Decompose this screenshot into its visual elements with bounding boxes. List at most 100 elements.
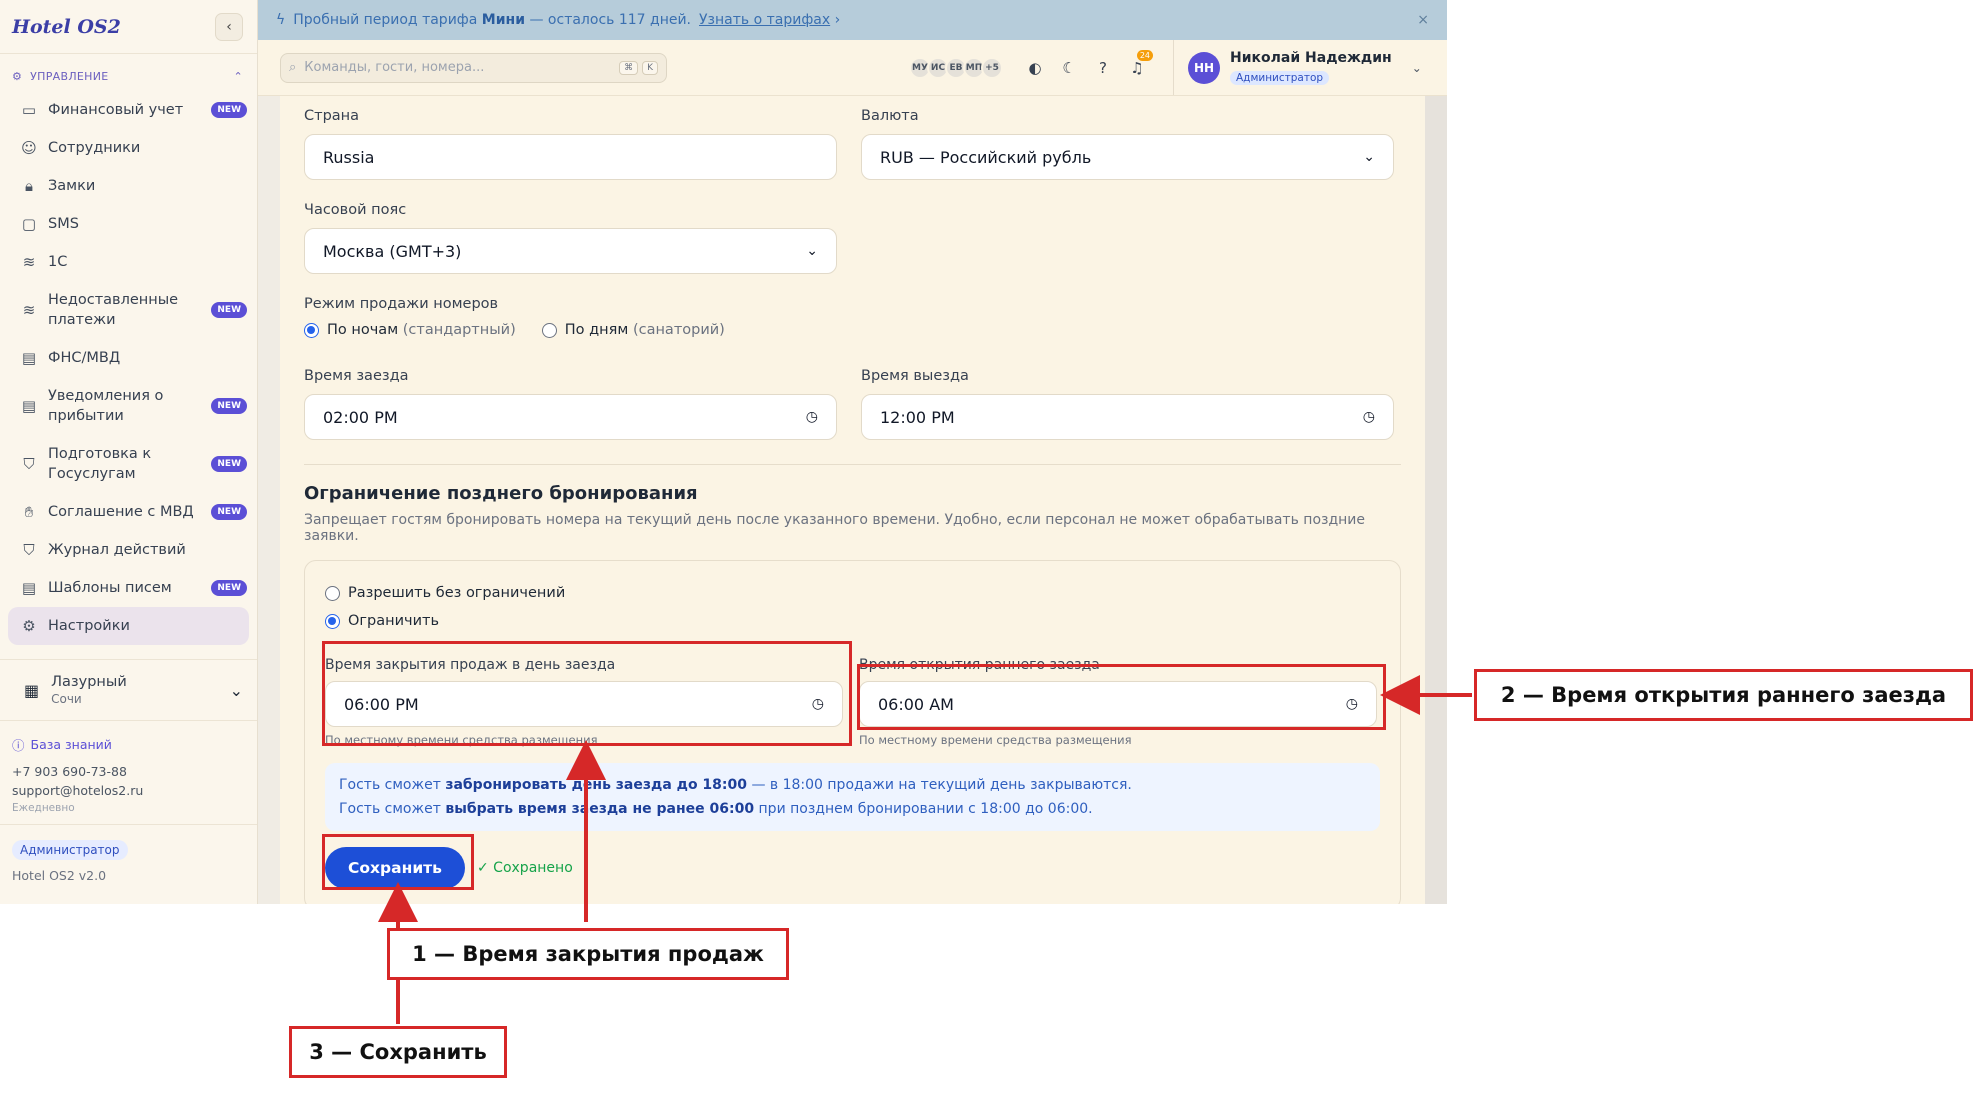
checkin-time-input[interactable]: 02:00 PM ◷ — [304, 394, 837, 440]
timezone-label: Часовой пояс — [304, 202, 407, 218]
brand-bar: Hotel OS2 ‹ — [0, 0, 257, 54]
users-icon: ☺ — [21, 139, 37, 157]
divider — [304, 464, 1401, 465]
allow-unlimited-radio[interactable]: Разрешить без ограничений — [325, 579, 1380, 607]
database-icon: ≋ — [22, 253, 36, 271]
user-role: Администратор — [1230, 71, 1330, 85]
section-label: УПРАВЛЕНИЕ — [30, 70, 109, 83]
radio-icon — [325, 613, 340, 629]
support-block: ⓘ База знаний +7 903 690-73-88 support@ho… — [0, 721, 257, 825]
new-badge: NEW — [211, 302, 247, 318]
sidebar-item-staff[interactable]: ☺ Сотрудники — [0, 129, 257, 167]
presence-avatars: МУ ИС ЕВ МП +5 — [909, 56, 1003, 79]
hotel-switcher[interactable]: ▦ Лазурный Сочи ⌄ — [0, 659, 257, 721]
country-input[interactable]: Russia — [304, 134, 837, 180]
support-email[interactable]: support@hotelos2.ru — [12, 783, 245, 798]
annotation-label-2: 2 — Время открытия раннего заезда — [1474, 669, 1973, 721]
support-hours: Ежедневно — [12, 802, 75, 814]
sidebar-item-mvd-agreement[interactable]: ✋︎ Соглашение с МВД NEW — [0, 493, 257, 531]
chevron-down-icon: ⌄ — [1411, 60, 1422, 75]
sidebar-item-email-templates[interactable]: ▤ Шаблоны писем NEW — [0, 569, 257, 607]
gear-icon: ⚙ — [12, 70, 23, 83]
sidebar: Hotel OS2 ‹ ⚙ УПРАВЛЕНИЕ ⌃ ▭ Финансовый уч… — [0, 0, 258, 904]
trial-plan: Мини — [481, 12, 526, 28]
trial-text: Пробный период тарифа — [293, 12, 478, 28]
shield-icon: ⛉ — [23, 455, 35, 473]
wallet-icon: ▭ — [21, 101, 37, 119]
brand-logo: Hotel OS2 — [12, 15, 121, 38]
sidebar-item-arrival-notices[interactable]: ▤ Уведомления о прибытии NEW — [0, 377, 257, 435]
knowledge-base-link[interactable]: ⓘ База знаний — [12, 735, 245, 754]
collapse-sidebar-button[interactable]: ‹ — [215, 12, 243, 41]
radio-icon — [304, 322, 319, 338]
currency-label: Валюта — [861, 108, 919, 124]
sidebar-item-1c[interactable]: ≋ 1С — [0, 243, 257, 281]
restrict-radio[interactable]: Ограничить — [325, 607, 1380, 635]
search-icon: ⌕ — [289, 60, 297, 75]
sidebar-item-gosuslugi[interactable]: ⛉ Подготовка к Госуслугам NEW — [0, 435, 257, 493]
sidebar-item-audit-log[interactable]: ⛉ Журнал действий — [0, 531, 257, 569]
more-avatars[interactable]: +5 — [981, 56, 1003, 79]
sidebar-item-sms[interactable]: ▢ SMS — [0, 205, 257, 243]
chevron-down-icon: ⌄ — [1363, 149, 1375, 165]
chevron-right-icon: › — [830, 12, 841, 28]
building-icon: ▦ — [24, 680, 40, 700]
hotel-city: Сочи — [51, 692, 82, 706]
notification-count: 24 — [1136, 49, 1153, 61]
message-icon: ▢ — [21, 215, 37, 233]
sale-mode-days-radio[interactable]: По дням (санаторий) — [541, 322, 725, 338]
timezone-select[interactable]: Москва (GMT+3) ⌄ — [304, 228, 837, 274]
moon-icon[interactable]: ☾ — [1055, 54, 1083, 82]
new-badge: NEW — [211, 580, 247, 596]
sidebar-item-undelivered-payments[interactable]: ≋ Недоставленные платежи NEW — [0, 281, 257, 339]
help-icon: ⓘ — [12, 738, 25, 753]
new-badge: NEW — [211, 398, 247, 414]
chevron-down-icon: ⌄ — [806, 243, 818, 259]
currency-select[interactable]: RUB — Российский рубль ⌄ — [861, 134, 1394, 180]
sale-mode-nights-radio[interactable]: По ночам (стандартный) — [304, 322, 516, 338]
lock-icon: 🔒︎ — [25, 177, 33, 195]
checkin-label: Время заезда — [304, 368, 409, 384]
chevron-down-icon: ⌄ — [229, 680, 243, 700]
support-phone[interactable]: +7 903 690-73-88 — [12, 764, 245, 779]
early-checkin-hint: По местному времени средства размещения — [859, 733, 1132, 747]
late-booking-title: Ограничение позднего бронирования — [304, 483, 698, 504]
main-area: ϟ Пробный период тарифа Мини — осталось … — [258, 0, 1447, 904]
user-name: Николай Надеждин — [1230, 50, 1392, 66]
chevron-up-icon: ⌃ — [233, 70, 243, 83]
user-menu[interactable]: НН Николай Надеждин Администратор ⌄ — [1173, 40, 1422, 95]
palette-icon[interactable]: ◐ — [1021, 54, 1049, 82]
close-icon[interactable]: × — [1417, 12, 1429, 28]
new-badge: NEW — [211, 456, 247, 472]
sidebar-item-fns-mvd[interactable]: ▤ ФНС/МВД — [0, 339, 257, 377]
section-header[interactable]: ⚙ УПРАВЛЕНИЕ ⌃ — [0, 54, 257, 91]
topbar: ⌕ Команды, гости, номера... ⌘ K МУ ИС ЕВ … — [258, 40, 1447, 96]
stage: Hotel OS2 ‹ ⚙ УПРАВЛЕНИЕ ⌃ ▭ Финансовый уч… — [0, 0, 1982, 1094]
radio-icon — [541, 322, 557, 338]
annotation-label-1: 1 — Время закрытия продаж — [387, 928, 789, 980]
role-badge: Администратор — [12, 840, 128, 860]
search-input[interactable]: Команды, гости, номера... — [304, 60, 484, 75]
trial-banner: ϟ Пробный период тарифа Мини — осталось … — [258, 0, 1447, 40]
late-booking-description: Запрещает гостям бронировать номера на т… — [304, 512, 1365, 544]
new-badge: NEW — [211, 504, 247, 520]
radio-icon — [325, 585, 340, 601]
sidebar-item-finance[interactable]: ▭ Финансовый учет NEW — [0, 91, 257, 129]
help-icon[interactable]: ? — [1089, 54, 1117, 82]
lightning-icon: ϟ — [276, 12, 286, 28]
scrollbar[interactable] — [1425, 96, 1447, 904]
sale-mode-label: Режим продажи номеров — [304, 296, 499, 312]
document-icon: ▤ — [21, 579, 37, 597]
sidebar-item-settings[interactable]: ⚙ Настройки — [8, 607, 249, 645]
checkout-time-input[interactable]: 12:00 PM ◷ — [861, 394, 1394, 440]
command-search[interactable]: ⌕ Команды, гости, номера... ⌘ K — [280, 52, 667, 83]
bell-icon[interactable]: ♫ 24 — [1123, 49, 1153, 82]
sidebar-item-locks[interactable]: 🔒︎ Замки — [0, 167, 257, 205]
tariffs-link[interactable]: Узнать о тарифах — [699, 12, 830, 28]
country-label: Страна — [304, 108, 360, 124]
app-version: Hotel OS2 v2.0 — [12, 868, 107, 883]
document-icon: ▤ — [21, 397, 37, 415]
app-window: Hotel OS2 ‹ ⚙ УПРАВЛЕНИЕ ⌃ ▭ Финансовый уч… — [0, 0, 1447, 904]
highlight-sales-close — [322, 641, 852, 746]
clock-icon: ◷ — [1362, 409, 1375, 425]
